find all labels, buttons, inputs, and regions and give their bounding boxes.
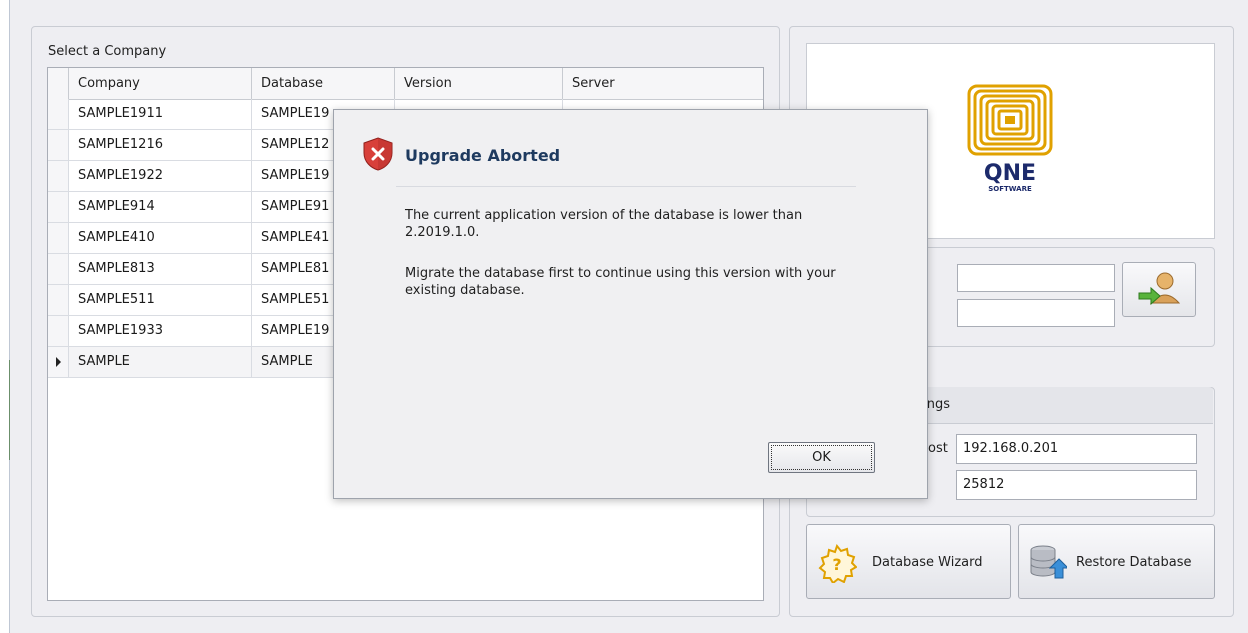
- cell-company[interactable]: SAMPLE: [69, 347, 252, 377]
- row-indicator: [48, 254, 69, 284]
- row-indicator: [48, 223, 69, 253]
- cell-company[interactable]: SAMPLE1216: [69, 130, 252, 160]
- database-wizard-button[interactable]: ? Database Wizard: [806, 524, 1011, 599]
- column-header-version[interactable]: Version: [395, 68, 563, 99]
- port-input[interactable]: 25812: [956, 470, 1197, 500]
- login-button[interactable]: [1122, 262, 1196, 317]
- svg-text:?: ?: [832, 555, 841, 574]
- cell-company[interactable]: SAMPLE1922: [69, 161, 252, 191]
- cell-company[interactable]: SAMPLE511: [69, 285, 252, 315]
- row-indicator: [48, 316, 69, 346]
- host-label: ost: [928, 441, 948, 456]
- host-input[interactable]: 192.168.0.201: [956, 434, 1197, 464]
- ok-button[interactable]: OK: [768, 442, 875, 473]
- gear-question-icon: ?: [818, 543, 857, 583]
- logo-brand-text: QNE: [984, 161, 1036, 186]
- cell-company[interactable]: SAMPLE1933: [69, 316, 252, 346]
- row-indicator: [48, 192, 69, 222]
- dialog-title: Upgrade Aborted: [405, 146, 561, 165]
- header-indicator: [48, 68, 69, 99]
- company-panel-title: Select a Company: [48, 44, 167, 59]
- row-indicator: [48, 347, 69, 377]
- database-wizard-label: Database Wizard: [872, 555, 983, 570]
- row-indicator: [48, 285, 69, 315]
- database-restore-icon: [1030, 545, 1067, 579]
- grid-header: Company Database Version Server: [48, 68, 763, 100]
- cell-company[interactable]: SAMPLE813: [69, 254, 252, 284]
- restore-database-label: Restore Database: [1076, 555, 1192, 570]
- column-header-server[interactable]: Server: [563, 68, 763, 99]
- row-indicator: [48, 161, 69, 191]
- user-login-icon: [1138, 272, 1181, 306]
- dialog-message-2: Migrate the database first to continue u…: [405, 266, 836, 298]
- ok-button-label: OK: [771, 445, 872, 470]
- username-input[interactable]: [957, 264, 1115, 292]
- dialog-separator: [396, 186, 856, 187]
- row-indicator: [48, 130, 69, 160]
- error-shield-icon: [363, 137, 393, 171]
- current-row-arrow-icon: [56, 357, 61, 367]
- cell-company[interactable]: SAMPLE914: [69, 192, 252, 222]
- logo-sub-text: SOFTWARE: [988, 185, 1032, 193]
- cell-company[interactable]: SAMPLE1911: [69, 99, 252, 129]
- column-header-database[interactable]: Database: [252, 68, 395, 99]
- left-edge: [0, 0, 11, 633]
- column-header-company[interactable]: Company: [69, 68, 252, 99]
- password-input[interactable]: [957, 299, 1115, 327]
- cell-company[interactable]: SAMPLE410: [69, 223, 252, 253]
- row-indicator: [48, 99, 69, 129]
- restore-database-button[interactable]: Restore Database: [1018, 524, 1215, 599]
- dialog-message-1: The current application version of the d…: [405, 208, 803, 240]
- upgrade-aborted-dialog: Upgrade Aborted The current application …: [333, 109, 928, 499]
